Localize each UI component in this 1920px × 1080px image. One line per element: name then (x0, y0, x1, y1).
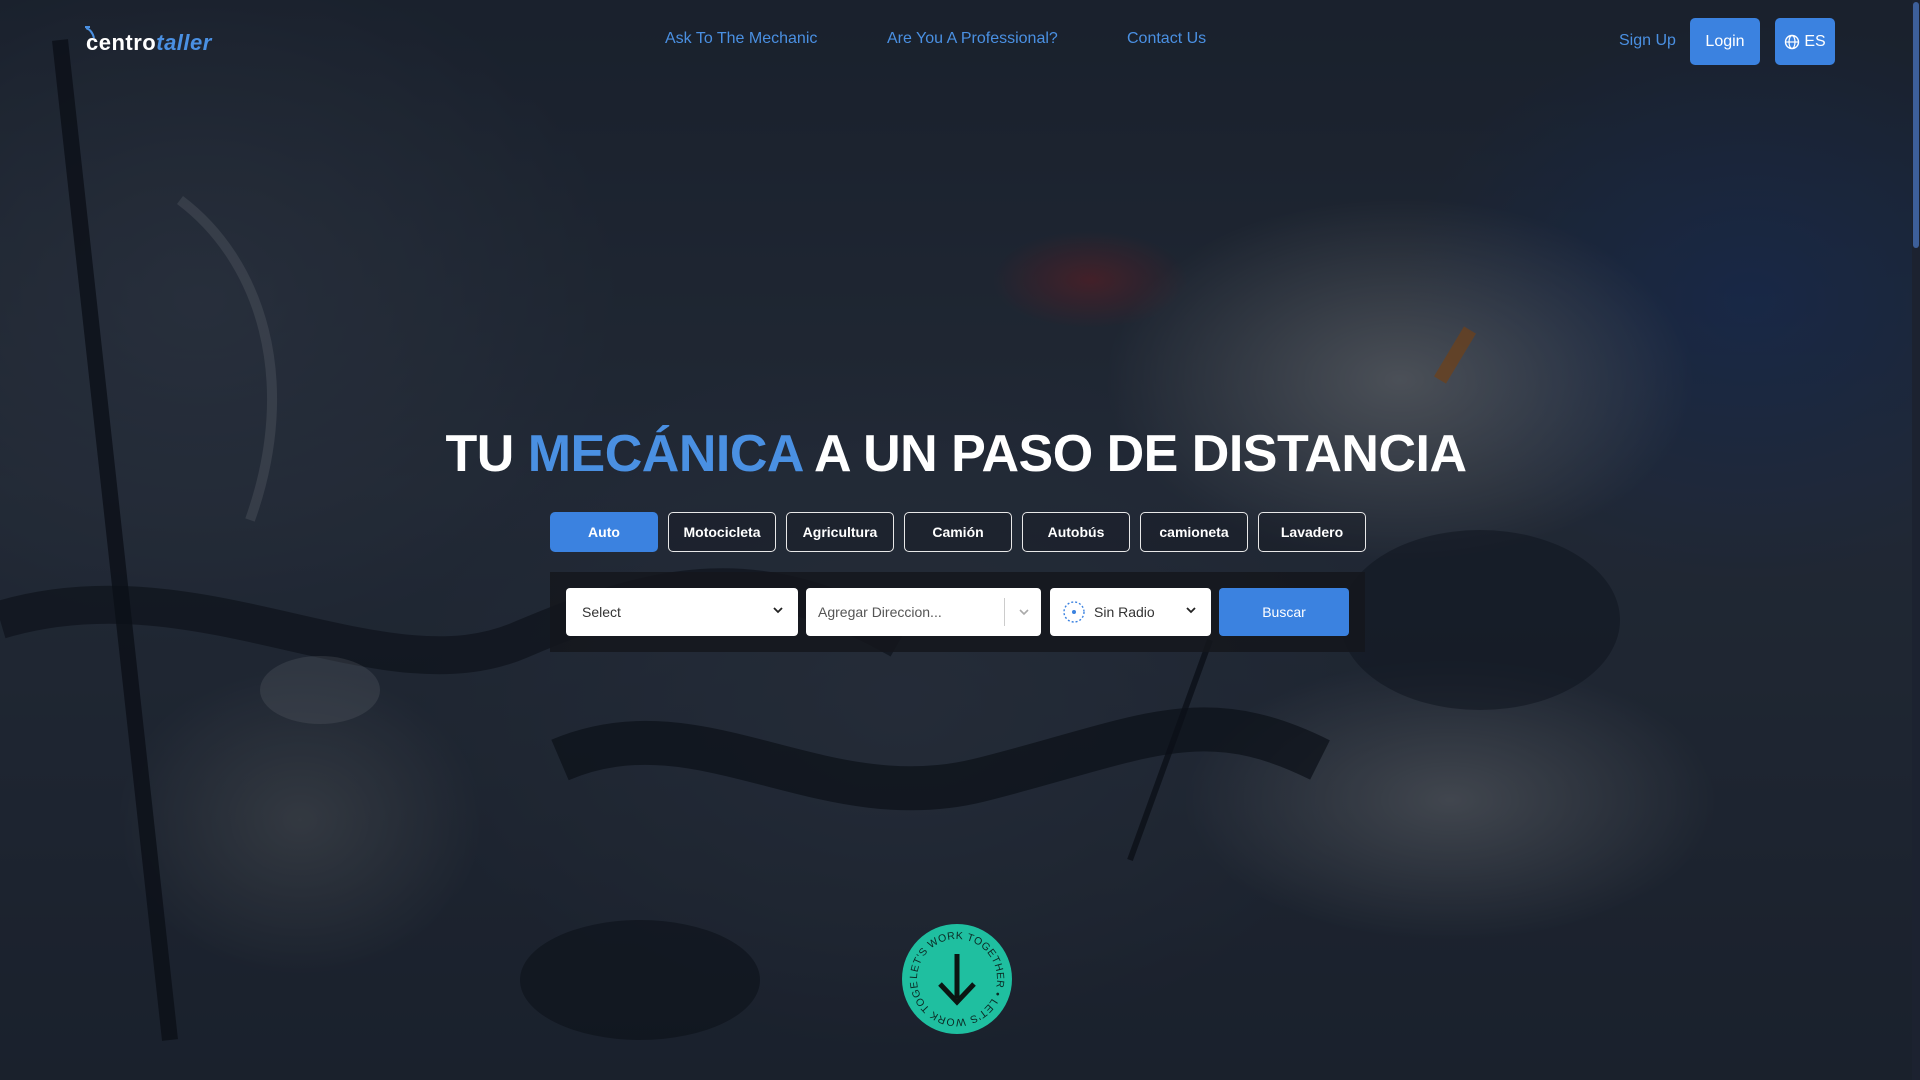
hero-title-part2: A UN PASO DE DISTANCIA (814, 425, 1467, 483)
address-input[interactable]: Agregar Direccion... (806, 588, 1041, 636)
login-button[interactable]: Login (1690, 18, 1760, 65)
language-label: ES (1804, 32, 1826, 50)
tab-autobus[interactable]: Autobús (1022, 512, 1130, 552)
search-panel: Select Agregar Direccion... Sin Radio Bu… (550, 572, 1365, 652)
chevron-down-icon[interactable] (1017, 605, 1031, 619)
tab-motocicleta[interactable]: Motocicleta (668, 512, 776, 552)
tab-auto[interactable]: Auto (550, 512, 658, 552)
chevron-down-icon (773, 607, 783, 614)
service-select-value: Select (582, 604, 621, 620)
address-input-separator (1004, 598, 1005, 626)
radius-select-value: Sin Radio (1094, 604, 1155, 620)
service-select[interactable]: Select (566, 588, 798, 636)
tab-lavadero[interactable]: Lavadero (1258, 512, 1366, 552)
scroll-down-badge[interactable]: LET'S WORK TOGETHER • LET'S WORK TOGETHE… (896, 913, 1014, 1036)
nav-link-contact[interactable]: Contact Us (1127, 30, 1206, 48)
login-button-label: Login (1705, 32, 1745, 50)
top-navigation-bar: centro taller Ask To The Mechanic Are You… (0, 0, 1920, 84)
vehicle-type-tabs: Auto Motocicleta Agricultura Camión Auto… (550, 512, 1366, 552)
hero-title: TU MECÁNICA A UN PASO DE DISTANCIA (0, 424, 1912, 484)
tab-agricultura[interactable]: Agricultura (786, 512, 894, 552)
nav-link-professional[interactable]: Are You A Professional? (887, 30, 1058, 48)
address-input-placeholder: Agregar Direccion... (818, 604, 942, 620)
language-button[interactable]: ES (1775, 18, 1835, 65)
radius-circle-icon (1063, 601, 1085, 623)
radius-select[interactable]: Sin Radio (1050, 588, 1211, 636)
search-button-label: Buscar (1262, 604, 1306, 620)
nav-link-ask-mechanic[interactable]: Ask To The Mechanic (665, 30, 817, 48)
lets-work-together-badge: LET'S WORK TOGETHER • LET'S WORK TOGETHE… (896, 913, 1012, 1034)
hero-title-accent: MECÁNICA (527, 425, 803, 483)
tab-camioneta[interactable]: camioneta (1140, 512, 1248, 552)
globe-icon (1785, 34, 1800, 49)
hero-title-part1: TU (445, 425, 514, 483)
chevron-down-icon (1186, 607, 1196, 614)
search-button[interactable]: Buscar (1219, 588, 1349, 636)
page-scrollbar-thumb[interactable] (1913, 2, 1919, 248)
tab-camion[interactable]: Camión (904, 512, 1012, 552)
signup-link[interactable]: Sign Up (1619, 32, 1676, 50)
